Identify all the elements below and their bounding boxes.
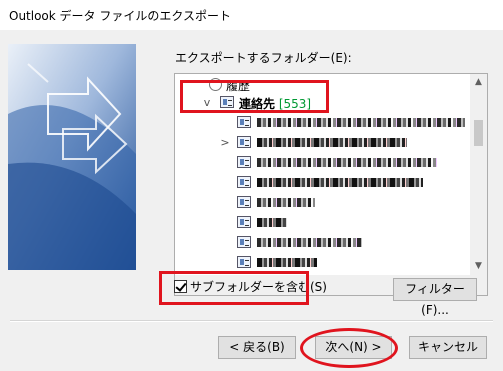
redacted-folder-name [257, 238, 362, 247]
contact-card-icon [237, 196, 251, 208]
title-bar: Outlook データ ファイルのエクスポート [0, 0, 503, 30]
wizard-artwork [8, 44, 136, 270]
redacted-folder-name [257, 138, 407, 147]
contact-card-icon [237, 156, 251, 168]
contact-card-icon [237, 136, 251, 148]
redacted-folder-name [257, 158, 437, 167]
tree-item-contacts[interactable]: v 連絡先 [553] [175, 93, 470, 113]
folder-tree-content: 履歴 v 連絡先 [553] > [175, 74, 470, 275]
export-dialog: エクスポートするフォルダー(E): 履歴 v 連絡先 [553] > ▲ ▼ サ… [0, 30, 503, 371]
scroll-up-arrow-icon[interactable]: ▲ [470, 74, 487, 91]
tree-item-subfolder[interactable] [175, 173, 470, 193]
folder-tree[interactable]: 履歴 v 連絡先 [553] > ▲ ▼ [174, 73, 488, 296]
back-button[interactable]: < 戻る(B) [218, 336, 296, 359]
tree-item-subfolder[interactable]: > [175, 133, 470, 153]
chevron-down-icon[interactable]: v [201, 96, 213, 109]
window-title: Outlook データ ファイルのエクスポート [9, 9, 231, 23]
vertical-scrollbar[interactable]: ▲ ▼ [470, 74, 487, 275]
cancel-button[interactable]: キャンセル [409, 336, 487, 359]
chevron-right-icon[interactable]: > [219, 136, 231, 149]
wizard-arrows-graphic [8, 44, 136, 270]
include-subfolders-checkbox[interactable] [174, 280, 187, 293]
contact-card-icon [220, 96, 234, 108]
tree-item-subfolder[interactable] [175, 193, 470, 213]
contacts-item-count: [553] [278, 97, 312, 111]
contact-card-icon [237, 176, 251, 188]
tree-item-history-label: 履歴 [226, 79, 251, 93]
history-folder-icon [209, 78, 222, 91]
tree-item-history[interactable]: 履歴 [175, 75, 470, 95]
tree-item-subfolder[interactable] [175, 213, 470, 233]
footer-divider [10, 320, 493, 322]
contact-card-icon [237, 116, 251, 128]
redacted-folder-name [257, 258, 317, 267]
redacted-folder-name [257, 118, 465, 127]
tree-item-subfolder[interactable] [175, 113, 470, 133]
include-subfolders-label[interactable]: サブフォルダーを含む(S) [190, 278, 327, 295]
next-button[interactable]: 次へ(N) > [315, 336, 392, 359]
tree-item-subfolder[interactable] [175, 153, 470, 173]
scroll-down-arrow-icon[interactable]: ▼ [470, 258, 487, 275]
vertical-scroll-thumb[interactable] [474, 120, 483, 146]
tree-item-subfolder[interactable] [175, 233, 470, 253]
contact-card-icon [237, 216, 251, 228]
export-folder-label: エクスポートするフォルダー(E): [175, 51, 352, 65]
contact-card-icon [237, 236, 251, 248]
redacted-folder-name [257, 218, 287, 227]
tree-item-subfolder[interactable] [175, 253, 470, 273]
redacted-folder-name [257, 178, 423, 187]
tree-item-contacts-label: 連絡先 [553] [239, 95, 311, 112]
redacted-folder-name [257, 198, 315, 207]
filter-button[interactable]: フィルター(F)... [393, 278, 477, 317]
contact-card-icon [237, 256, 251, 268]
contacts-folder-name: 連絡先 [239, 97, 276, 111]
